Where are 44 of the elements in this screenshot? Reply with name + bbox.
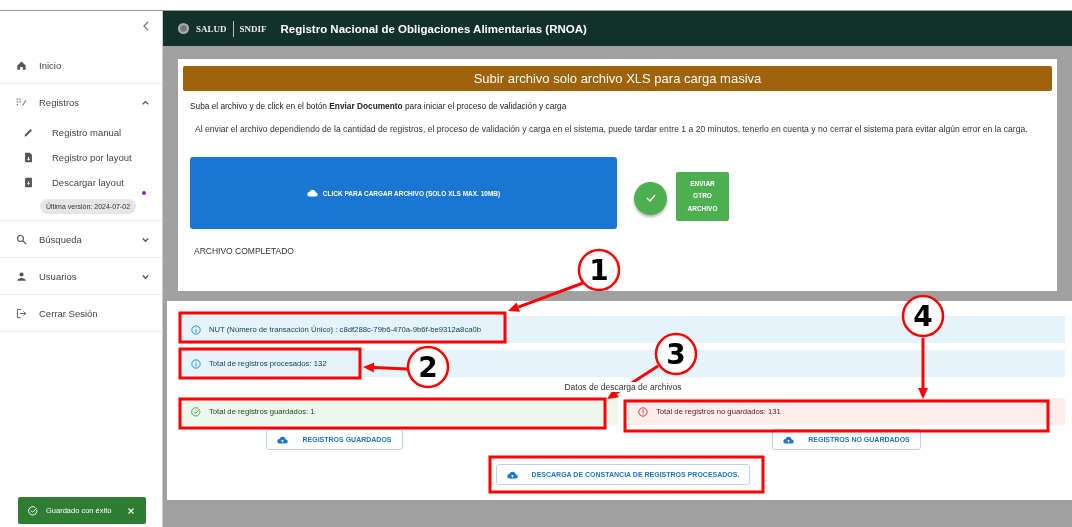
sidebar-item[interactable]: Búsqueda [0,221,162,257]
check-circle-icon [28,505,38,516]
info-icon [191,358,201,369]
number-badge: 2 [406,345,450,389]
cloud-upload-icon [506,470,518,479]
sidebar-item[interactable]: Usuarios [0,258,162,294]
sidebar-subitem[interactable]: Registro por layout [0,145,162,170]
close-icon[interactable] [126,505,136,516]
number-badge: 1 [577,248,621,292]
grid-pencil-icon [16,96,27,108]
callout-arrow [918,338,928,399]
success-check-button[interactable] [634,181,667,215]
notification-dot [142,191,146,195]
check-circle-icon [191,406,201,417]
sidebar-item[interactable]: Inicio [0,47,162,84]
instruction-text: Suba el archivo y de click en el botón Enviar Documento para iniciar el proceso de validación y carga [190,101,568,111]
note-text: Al enviar el archivo dependiendo de la cantidad de registros, el proceso de validación y carga en el sistema, puede tardar entre 1 a 20 minutos, tenerlo en cuenta y no cerrar el sistema para evitar algún error en la carga. [195,123,1029,136]
logo-text: SALUD [196,23,227,34]
cloud-upload-icon [783,435,795,444]
sidebar-subitem[interactable]: Registro manual [0,120,162,145]
cloud-upload-icon [277,435,289,444]
search-icon [16,233,27,245]
cloud-upload-icon [306,189,318,198]
number-badge: 4 [901,294,945,338]
sidebar-item[interactable]: Registros [0,84,162,120]
info-icon [191,324,201,335]
error-icon [638,406,648,417]
person-icon [16,270,27,282]
seal-icon [177,22,190,35]
section-title: Datos de descarga de archivos [562,382,684,392]
file-download-icon [23,177,34,188]
file-icon [23,152,34,163]
home-icon [16,59,27,71]
collapse-icon[interactable] [142,21,150,31]
pencil-icon [23,127,34,138]
sidebar-item[interactable]: Cerrar Sesión [0,295,162,332]
app-title: Registro Nacional de Obligaciones Alimentarias (RNOA) [280,22,587,35]
callout-arrow [363,362,408,373]
logo-text: SNDIF [239,23,267,34]
status-text: ARCHIVO COMPLETADO [194,246,295,257]
section-banner: Subir archivo solo archivo XLS para carga masiva [183,66,1052,91]
sidebar-subitem[interactable]: Descargar layout [0,170,162,195]
logout-icon [16,307,27,319]
number-badge: 3 [654,332,698,376]
